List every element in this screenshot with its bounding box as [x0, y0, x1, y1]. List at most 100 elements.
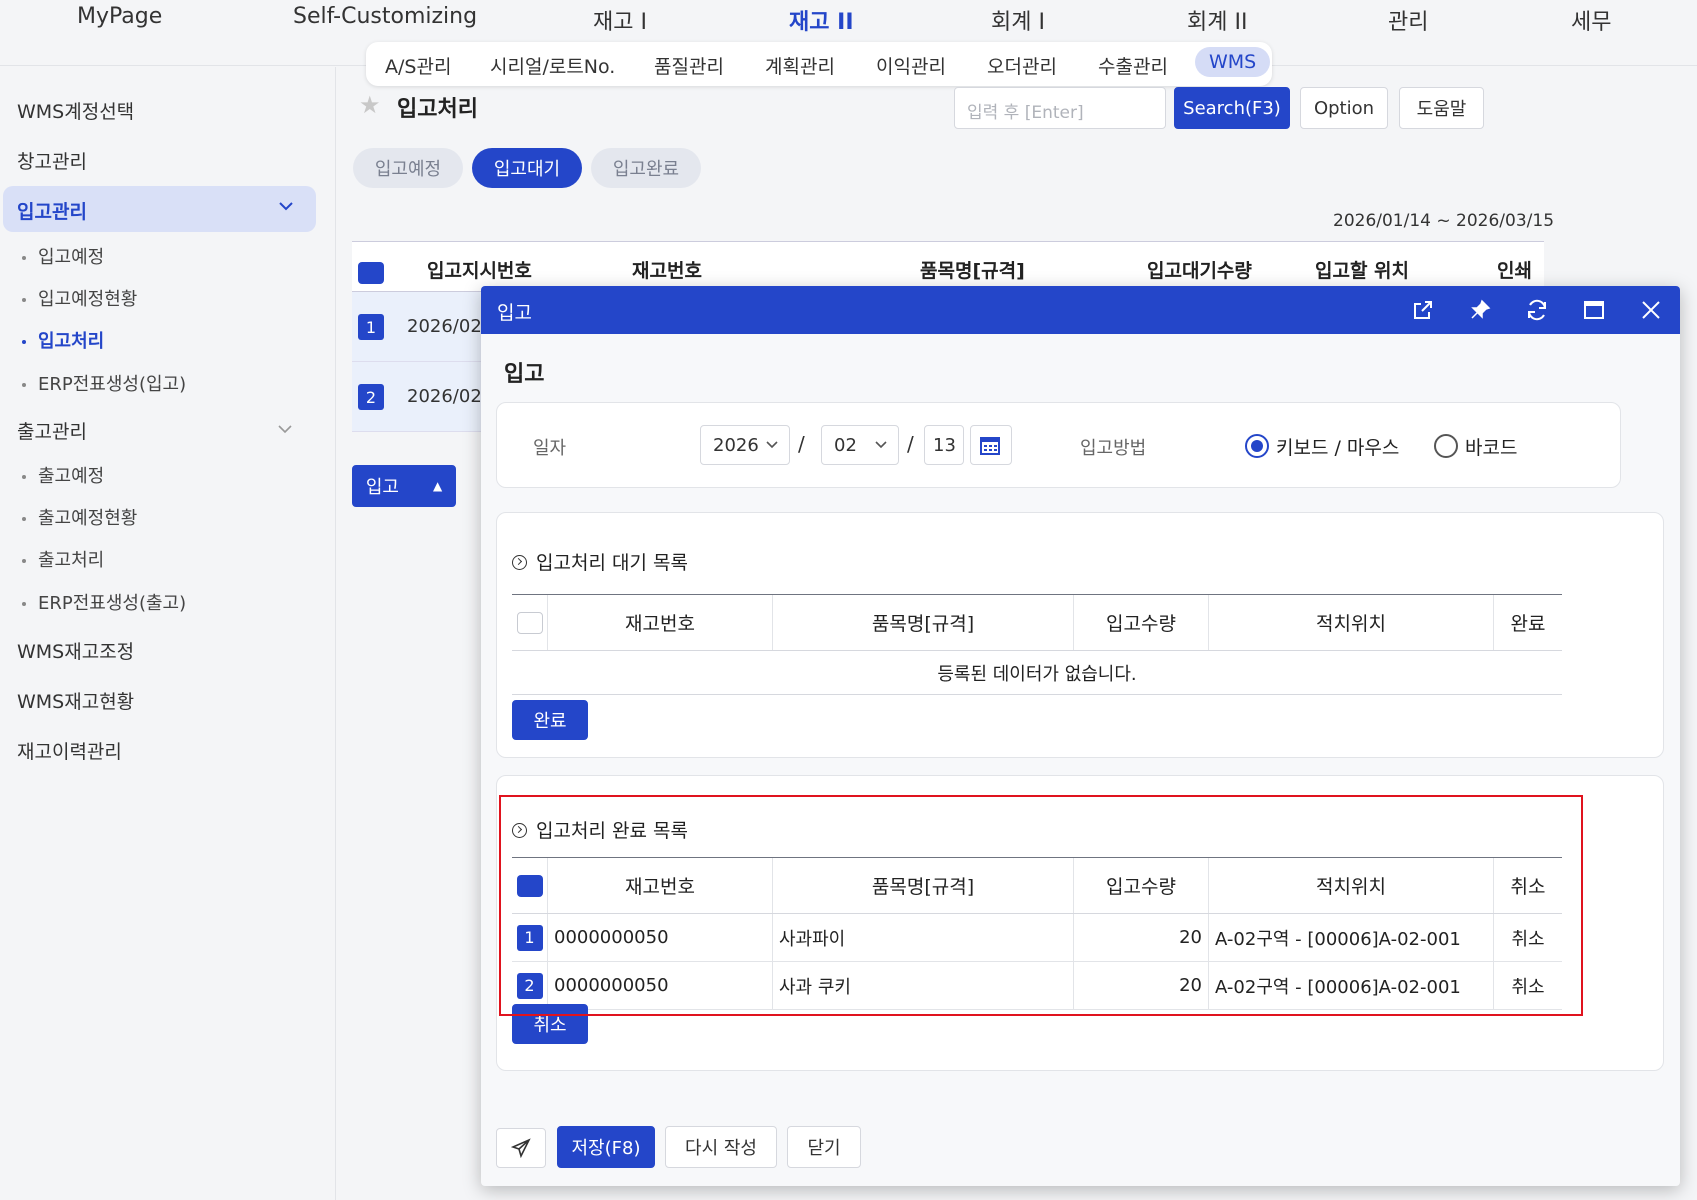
highlight-box [499, 795, 1583, 1016]
tab-inbound-complete[interactable]: 입고완료 [591, 148, 701, 188]
col-print: 인쇄 [1497, 260, 1532, 282]
radio-keyboard[interactable] [1245, 434, 1269, 458]
row-number: 1 [358, 314, 384, 340]
sidebar-sub-inbound-plan-status[interactable]: 입고예정현황 [22, 285, 137, 311]
close-icon[interactable] [1639, 298, 1663, 322]
calendar-icon [980, 437, 1000, 455]
date-separator: / [907, 432, 914, 456]
sidebar-sub-inbound-plan[interactable]: 입고예정 [22, 243, 104, 269]
sidebar-group-outbound[interactable]: 출고관리 [17, 417, 87, 444]
year-select[interactable]: 2026 [700, 425, 790, 465]
col-location: 적치위치 [1209, 595, 1494, 650]
help-button[interactable]: 도움말 [1399, 87, 1484, 129]
menu-management[interactable]: 관리 [1388, 4, 1428, 36]
sidebar-sub-erp-outbound[interactable]: ERP전표생성(출고) [22, 589, 186, 615]
col-location: 입고할 위치 [1315, 260, 1410, 282]
modal-title: 입고 [504, 362, 545, 387]
tab-inbound-plan[interactable]: 입고예정 [353, 148, 463, 188]
menu-tax[interactable]: 세무 [1571, 4, 1611, 36]
pending-grid: 재고번호 품목명[규격] 입고수량 적치위치 완료 등록된 데이터가 없습니다. [512, 594, 1562, 695]
calendar-button[interactable] [970, 425, 1012, 465]
row-date: 2026/02/ [407, 316, 488, 337]
sidebar-group-label: 입고관리 [17, 201, 87, 223]
sidebar-sub-label: 입고예정 [38, 247, 105, 268]
col-qty: 입고수량 [1074, 595, 1209, 650]
page-title: 입고처리 [397, 97, 478, 122]
send-button[interactable] [496, 1128, 546, 1168]
date-separator: / [798, 432, 805, 456]
col-item-name: 품목명[규격] [773, 595, 1074, 650]
menu-inventory-1[interactable]: 재고 I [593, 4, 647, 36]
search-button[interactable]: Search(F3) [1174, 87, 1290, 129]
col-complete: 완료 [1510, 613, 1546, 635]
pending-title: 입고처리 대기 목록 [512, 548, 688, 575]
close-button[interactable]: 닫기 [787, 1126, 861, 1168]
sidebar-sub-erp-inbound[interactable]: ERP전표생성(입고) [22, 370, 186, 396]
table-header: 입고지시번호 재고번호 품목명[규격] 입고대기수량 입고할 위치 인쇄 [352, 242, 1544, 292]
row-number: 2 [358, 384, 384, 410]
refresh-icon[interactable] [1525, 298, 1549, 322]
radio-keyboard-label: 키보드 / 마우스 [1276, 437, 1400, 459]
month-select[interactable]: 02 [821, 425, 899, 465]
sidebar-sub-outbound-plan[interactable]: 출고예정 [22, 462, 104, 488]
row-date: 2026/02/ [407, 386, 488, 407]
menu-inventory-2[interactable]: 재고 II [789, 4, 854, 36]
sidebar: WMS계정선택 창고관리 입고관리 입고예정 입고예정현황 입고처리 ERP전표… [0, 67, 336, 1200]
day-input[interactable]: 13 [924, 425, 964, 465]
sidebar-sub-label: 출고예정 [38, 466, 105, 487]
send-icon [511, 1138, 531, 1158]
chevron-down-icon [874, 435, 888, 452]
external-link-icon[interactable] [1411, 298, 1435, 322]
maximize-icon[interactable] [1582, 298, 1606, 322]
select-all-checkbox[interactable] [512, 595, 548, 650]
select-all-checkbox[interactable] [358, 262, 384, 284]
sidebar-sub-outbound-process[interactable]: 출고처리 [22, 546, 104, 572]
sidebar-item-wms-status[interactable]: WMS재고현황 [17, 687, 134, 714]
col-stock-no: 재고번호 [548, 595, 773, 650]
sidebar-item-wms-adjust[interactable]: WMS재고조정 [17, 637, 134, 664]
arrow-circle-icon [512, 555, 527, 570]
sidebar-sub-inbound-process[interactable]: 입고처리 [22, 327, 104, 353]
radio-barcode[interactable] [1434, 434, 1458, 458]
menu-accounting-2[interactable]: 회계 II [1187, 4, 1247, 36]
sidebar-sub-label: 입고처리 [38, 331, 105, 352]
sidebar-item-warehouse[interactable]: 창고관리 [17, 147, 87, 174]
tab-inbound-waiting[interactable]: 입고대기 [472, 148, 582, 188]
pending-grid-header: 재고번호 품목명[규격] 입고수량 적치위치 완료 [512, 595, 1562, 651]
search-input[interactable]: 입력 후 [Enter] [954, 87, 1166, 129]
sidebar-sub-label: ERP전표생성(출고) [38, 593, 187, 614]
month-value: 02 [834, 435, 857, 456]
menu-accounting-1[interactable]: 회계 I [991, 4, 1045, 36]
sidebar-item-history[interactable]: 재고이력관리 [17, 737, 122, 764]
star-icon[interactable]: ★ [359, 91, 381, 119]
sidebar-item-wms-account[interactable]: WMS계정선택 [17, 97, 134, 124]
save-button[interactable]: 저장(F8) [557, 1126, 655, 1168]
pin-icon[interactable] [1468, 298, 1492, 322]
date-range: 2026/01/14 ~ 2026/03/15 [1333, 211, 1555, 231]
empty-message: 등록된 데이터가 없습니다. [512, 651, 1562, 695]
year-value: 2026 [713, 435, 759, 456]
complete-button[interactable]: 완료 [512, 700, 588, 740]
radio-barcode-label: 바코드 [1465, 437, 1518, 459]
inbound-button[interactable]: 입고 ▲ [352, 465, 456, 507]
menu-mypage[interactable]: MyPage [77, 4, 162, 29]
chevron-down-icon [765, 435, 779, 452]
menu-self-customizing[interactable]: Self-Customizing [293, 4, 477, 29]
option-button[interactable]: Option [1300, 87, 1388, 129]
col-stock-no: 재고번호 [632, 260, 702, 282]
chevron-up-icon [276, 196, 296, 216]
rewrite-button[interactable]: 다시 작성 [665, 1126, 777, 1168]
pending-title-text: 입고처리 대기 목록 [536, 552, 688, 574]
sidebar-sub-label: 출고처리 [38, 550, 105, 571]
sidebar-sub-label: ERP전표생성(입고) [38, 374, 187, 395]
method-label: 입고방법 [1080, 438, 1147, 459]
form-panel: 일자 2026 / 02 / 13 입고방법 키보드 / 마우스 바코드 [496, 402, 1621, 488]
chevron-down-icon [275, 419, 295, 439]
sidebar-group-inbound[interactable]: 입고관리 [3, 186, 316, 232]
caret-up-icon: ▲ [432, 479, 443, 493]
inbound-button-label: 입고 [365, 477, 399, 498]
sidebar-sub-label: 입고예정현황 [38, 289, 138, 310]
modal-header: 입고 [481, 286, 1680, 334]
sidebar-sub-outbound-plan-status[interactable]: 출고예정현황 [22, 504, 137, 530]
col-item-name: 품목명[규격] [920, 260, 1025, 282]
